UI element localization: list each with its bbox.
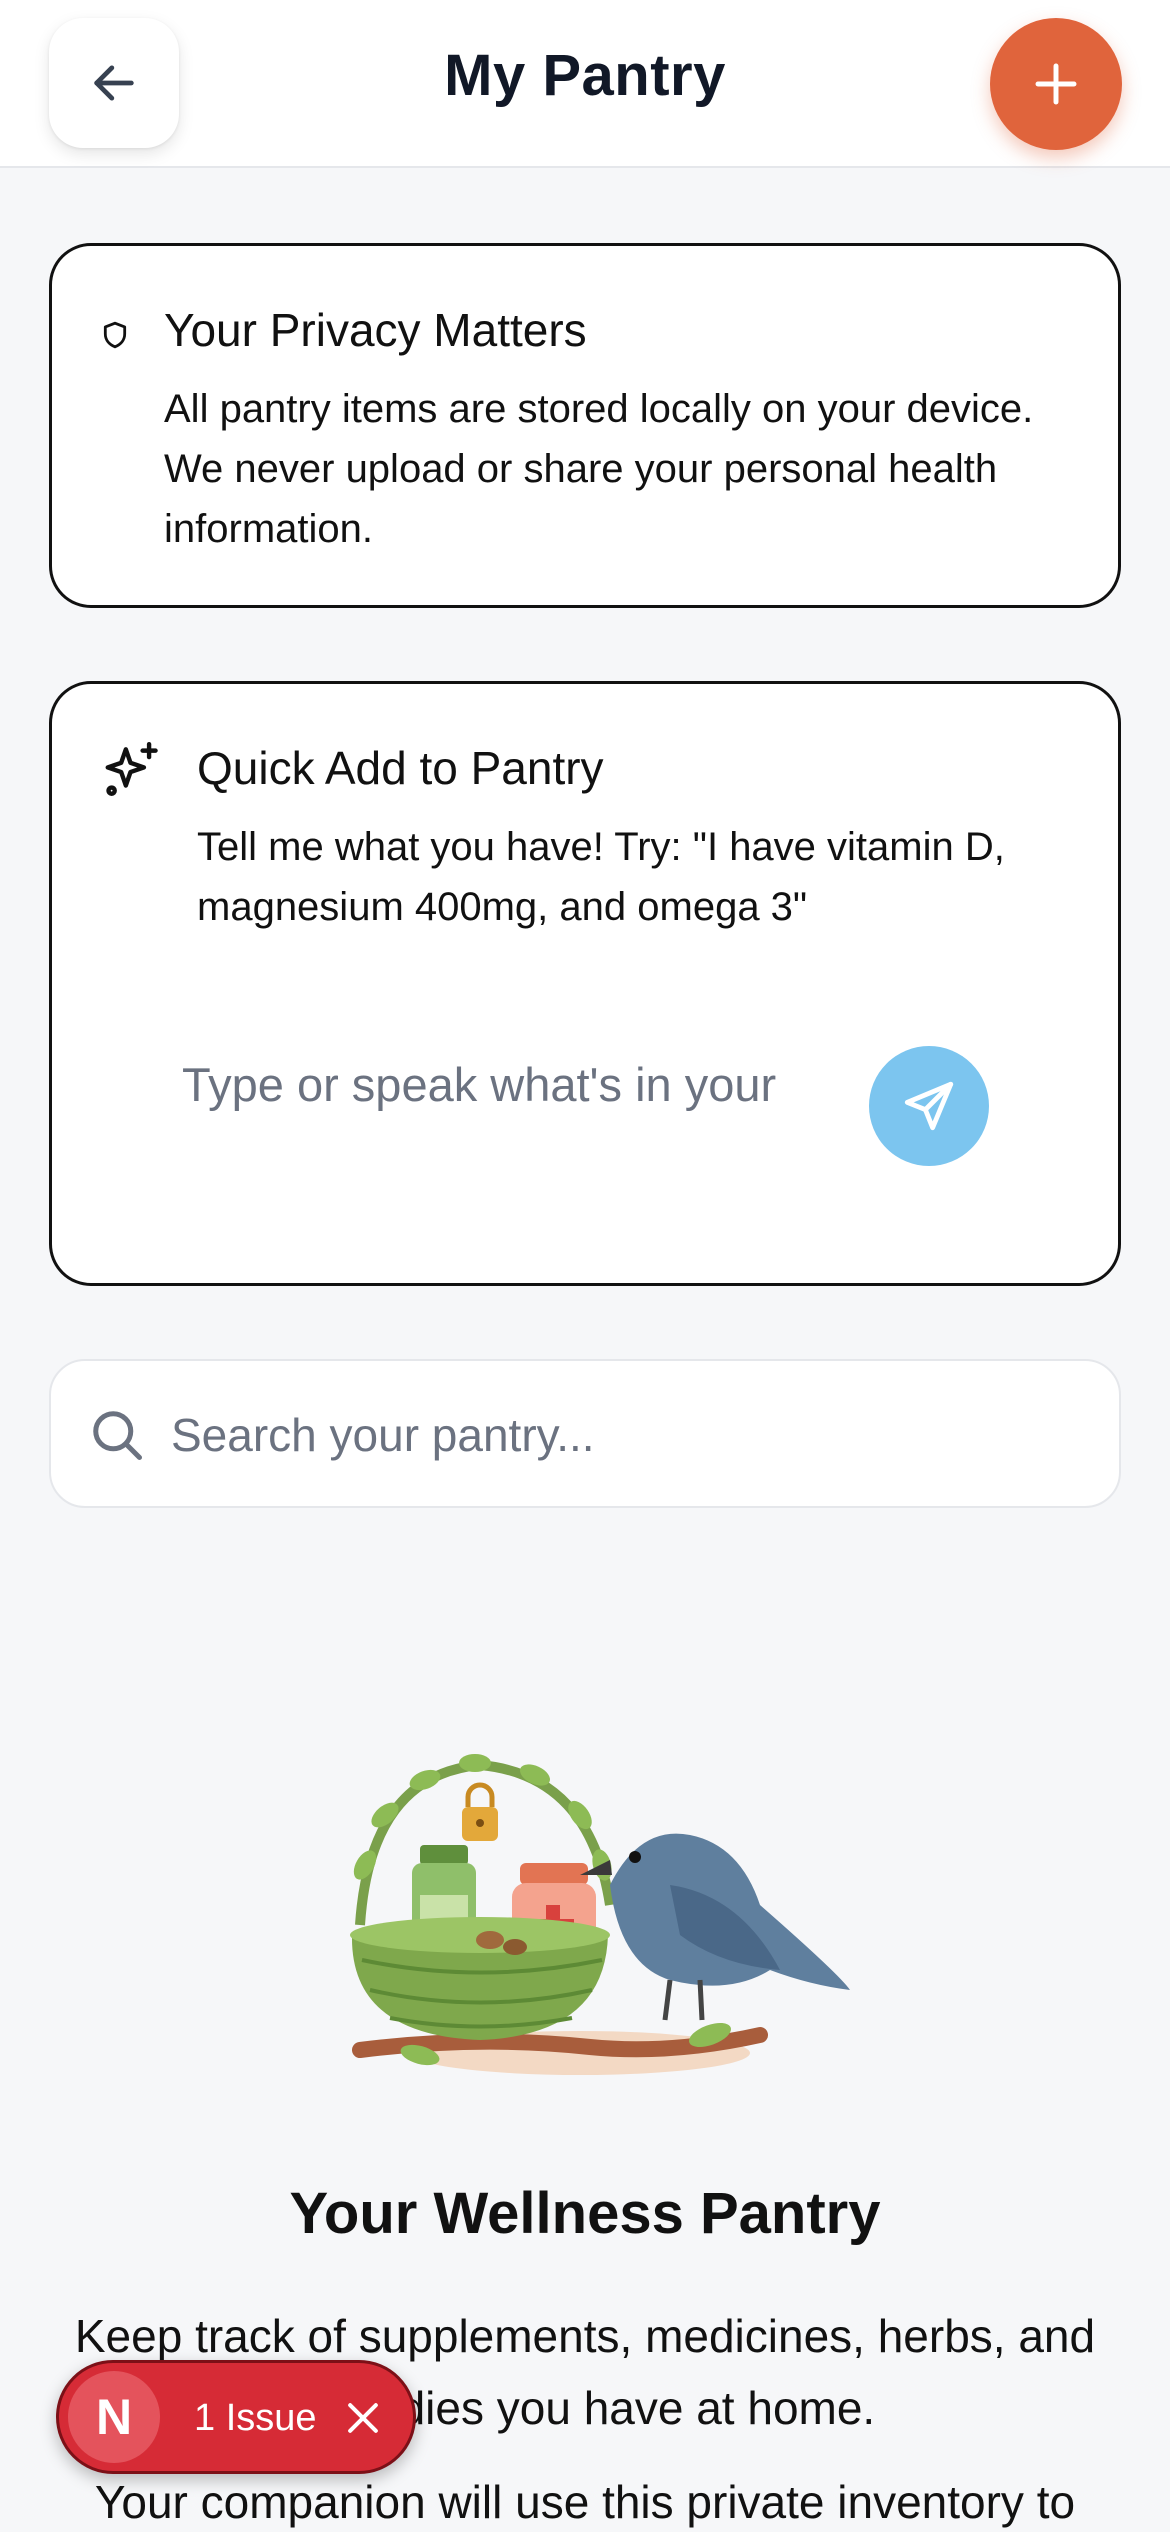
issue-badge[interactable]: N 1 Issue bbox=[56, 2360, 416, 2474]
close-icon[interactable] bbox=[341, 2396, 385, 2440]
search-input[interactable] bbox=[171, 1395, 1071, 1475]
quick-add-hint: Tell me what you have! Try: "I have vita… bbox=[197, 825, 1005, 929]
sparkles-icon bbox=[105, 741, 158, 796]
shield-icon bbox=[103, 321, 127, 349]
quick-add-card: Quick Add to Pantry Tell me what you hav… bbox=[49, 681, 1121, 1286]
privacy-title: Your Privacy Matters bbox=[164, 304, 587, 356]
app-header: My Pantry bbox=[0, 0, 1170, 168]
privacy-card: Your Privacy Matters All pantry items ar… bbox=[49, 243, 1121, 608]
search-icon bbox=[93, 1411, 142, 1460]
plus-icon bbox=[1035, 63, 1077, 105]
send-button[interactable] bbox=[869, 1046, 989, 1166]
search-box[interactable] bbox=[49, 1359, 1121, 1508]
privacy-text: All pantry items are stored locally on y… bbox=[164, 387, 1034, 551]
quick-add-title: Quick Add to Pantry bbox=[197, 742, 604, 794]
empty-state-title: Your Wellness Pantry bbox=[289, 2181, 881, 2246]
bird-with-herbal-basket-illustration bbox=[350, 1754, 850, 2075]
quick-add-input[interactable] bbox=[182, 1044, 882, 1124]
send-icon bbox=[904, 1081, 954, 1131]
add-item-button[interactable] bbox=[990, 18, 1122, 150]
empty-state-text-secondary: Your companion will use this private inv… bbox=[94, 2476, 1076, 2528]
issue-count-label: 1 Issue bbox=[194, 2397, 317, 2439]
nextjs-logo: N bbox=[68, 2371, 160, 2463]
